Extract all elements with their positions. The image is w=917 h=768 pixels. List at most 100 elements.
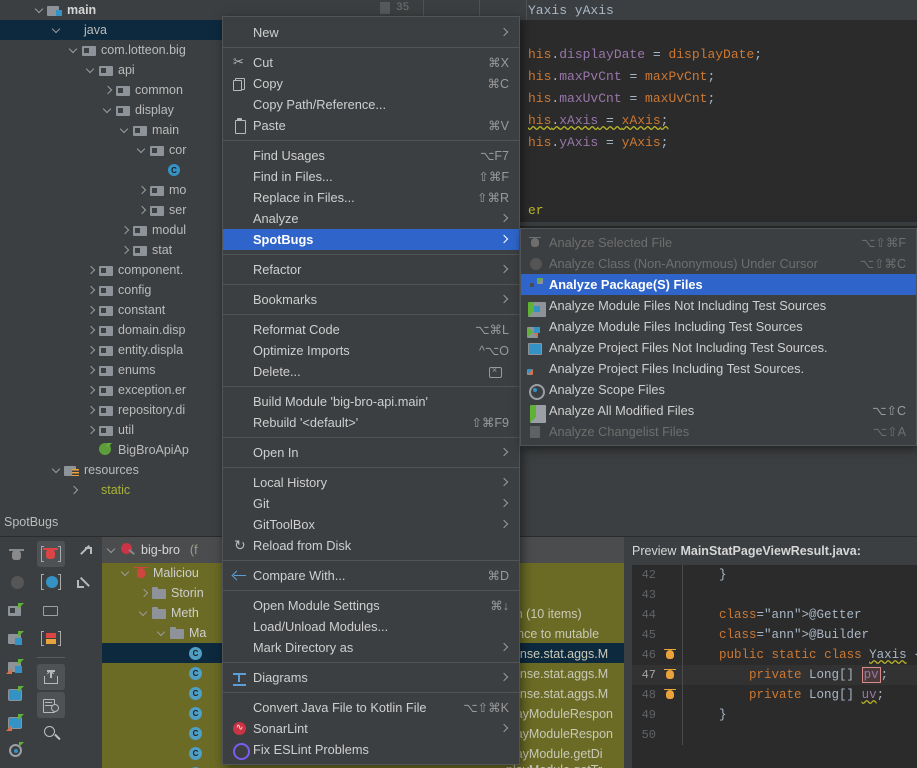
chevron-right-icon[interactable] bbox=[85, 264, 98, 277]
menu-item-rebuild-default[interactable]: Rebuild '<default>' ⇧⌘F9 bbox=[223, 412, 519, 433]
collapse-all-icon[interactable] bbox=[71, 569, 99, 595]
menu-item-new[interactable]: New bbox=[223, 22, 519, 43]
file-context-menu[interactable]: New Cut ⌘X Copy ⌘C Copy Path/Reference... Past… bbox=[222, 16, 520, 765]
preview-code-row[interactable]: 47 private Long[] pv; bbox=[632, 665, 917, 685]
preview-code-row[interactable]: 43 bbox=[632, 585, 917, 605]
submenu-item-analyze-project-files-including-test-sources[interactable]: Analyze Project Files Including Test Sou… bbox=[521, 358, 916, 379]
submenu-item-analyze-module-files-not-including-test-sources[interactable]: Analyze Module Files Not Including Test … bbox=[521, 295, 916, 317]
bug-gutter-icon[interactable] bbox=[660, 645, 682, 665]
menu-item-copy[interactable]: Copy ⌘C bbox=[223, 73, 519, 94]
submenu-item-analyze-scope-files[interactable]: Analyze Scope Files bbox=[521, 379, 916, 400]
submenu-item-analyze-package-s-files[interactable]: Analyze Package(S) Files bbox=[521, 274, 916, 295]
menu-item-optimize-imports[interactable]: Optimize Imports ^⌥O bbox=[223, 340, 519, 361]
analyze-module-tests-icon[interactable] bbox=[3, 653, 31, 679]
chevron-down-icon[interactable] bbox=[102, 104, 115, 117]
preview-code-row[interactable]: 46 public static class Yaxis { bbox=[632, 645, 917, 665]
analyze-package-icon[interactable] bbox=[3, 597, 31, 623]
analyze-module-icon[interactable] bbox=[3, 625, 31, 651]
group-by-class-icon[interactable] bbox=[37, 569, 65, 595]
preview-code-row[interactable]: 50 bbox=[632, 725, 917, 745]
menu-item-cut[interactable]: Cut ⌘X bbox=[223, 52, 519, 73]
chevron-right-icon[interactable] bbox=[119, 244, 132, 257]
menu-item-diagrams[interactable]: Diagrams bbox=[223, 667, 519, 688]
menu-item-git[interactable]: Git bbox=[223, 493, 519, 514]
submenu-item-analyze-module-files-including-test-sources[interactable]: Analyze Module Files Including Test Sour… bbox=[521, 316, 916, 338]
menu-item-find-usages[interactable]: Find Usages ⌥F7 bbox=[223, 145, 519, 166]
export-icon[interactable] bbox=[37, 664, 65, 690]
preview-code-row[interactable]: 48 private Long[] uv; bbox=[632, 685, 917, 705]
chevron-right-icon[interactable] bbox=[136, 204, 149, 217]
chevron-right-icon[interactable] bbox=[68, 484, 81, 497]
preview-code-row[interactable]: 44 class="ann">@Getter bbox=[632, 605, 917, 625]
chevron-down-icon[interactable] bbox=[34, 4, 47, 17]
group-by-bug-category-icon[interactable] bbox=[37, 541, 65, 567]
preview-code-row[interactable]: 45 class="ann">@Builder bbox=[632, 625, 917, 645]
spotbugs-toolbar-column-group[interactable] bbox=[34, 541, 68, 748]
menu-item-spotbugs[interactable]: SpotBugs bbox=[223, 229, 519, 250]
chevron-right-icon[interactable] bbox=[85, 404, 98, 417]
spotbugs-submenu[interactable]: Analyze Selected File ⌥⇧⌘F Analyze Class (… bbox=[520, 228, 917, 446]
menu-item-build-module-big-bro-api-main[interactable]: Build Module 'big-bro-api.main' bbox=[223, 391, 519, 412]
preview-code-row[interactable]: 49 } bbox=[632, 705, 917, 725]
chevron-down-icon[interactable] bbox=[85, 64, 98, 77]
menu-item-reformat-code[interactable]: Reformat Code ⌥⌘L bbox=[223, 319, 519, 340]
chevron-right-icon[interactable] bbox=[119, 224, 132, 237]
menu-item-gittoolbox[interactable]: GitToolBox bbox=[223, 514, 519, 535]
chevron-right-icon[interactable] bbox=[85, 304, 98, 317]
menu-item-open-module-settings[interactable]: Open Module Settings ⌘↓ bbox=[223, 595, 519, 616]
analyze-project-tests-icon[interactable] bbox=[3, 709, 31, 735]
spotbugs-toolbar[interactable] bbox=[0, 537, 102, 768]
filter-settings-icon[interactable] bbox=[37, 692, 65, 718]
spotbugs-toolbar-column-analyze[interactable] bbox=[0, 541, 34, 768]
menu-item-open-in[interactable]: Open In bbox=[223, 442, 519, 463]
chevron-down-icon[interactable] bbox=[156, 627, 169, 640]
chevron-right-icon[interactable] bbox=[85, 344, 98, 357]
submenu-item-analyze-project-files-not-including-test-sources[interactable]: Analyze Project Files Not Including Test… bbox=[521, 337, 916, 358]
group-by-priority-icon[interactable] bbox=[37, 625, 65, 651]
menu-item-convert-java-file-to-kotlin-file[interactable]: Convert Java File to Kotlin File ⌥⇧⌘K bbox=[223, 697, 519, 718]
submenu-item-analyze-all-modified-files[interactable]: Analyze All Modified Files ⌥⇧C bbox=[521, 400, 916, 423]
chevron-right-icon[interactable] bbox=[136, 184, 149, 197]
spotbugs-preview-code[interactable]: 42 } 43 44 class="ann">@Getter 45 class="an… bbox=[632, 565, 917, 768]
chevron-down-icon[interactable] bbox=[106, 544, 119, 557]
bug-gutter-icon[interactable] bbox=[660, 685, 682, 705]
menu-item-delete[interactable]: Delete... bbox=[223, 361, 519, 382]
bug-gutter-icon[interactable] bbox=[660, 665, 682, 685]
group-by-package-icon[interactable] bbox=[37, 597, 65, 623]
chevron-right-icon[interactable] bbox=[85, 284, 98, 297]
analyze-scope-icon[interactable] bbox=[3, 737, 31, 763]
menu-item-local-history[interactable]: Local History bbox=[223, 472, 519, 493]
chevron-right-icon[interactable] bbox=[85, 364, 98, 377]
menu-item-bookmarks[interactable]: Bookmarks bbox=[223, 289, 519, 310]
chevron-right-icon[interactable] bbox=[102, 84, 115, 97]
menu-item-load-unload-modules[interactable]: Load/Unload Modules... bbox=[223, 616, 519, 637]
menu-item-find-in-files[interactable]: Find in Files... ⇧⌘F bbox=[223, 166, 519, 187]
chevron-down-icon[interactable] bbox=[119, 124, 132, 137]
chevron-down-icon[interactable] bbox=[51, 24, 64, 37]
menu-item-sonarlint[interactable]: SonarLint bbox=[223, 718, 519, 739]
chevron-right-icon[interactable] bbox=[138, 587, 151, 600]
menu-item-copy-path-reference[interactable]: Copy Path/Reference... bbox=[223, 94, 519, 115]
chevron-down-icon[interactable] bbox=[138, 607, 151, 620]
search-icon[interactable] bbox=[37, 720, 65, 746]
menu-item-refactor[interactable]: Refactor bbox=[223, 259, 519, 280]
analyze-class-icon[interactable] bbox=[3, 569, 31, 595]
menu-item-paste[interactable]: Paste ⌘V bbox=[223, 115, 519, 136]
chevron-down-icon[interactable] bbox=[51, 464, 64, 477]
preview-code-row[interactable]: 42 } bbox=[632, 565, 917, 585]
menu-item-reload-from-disk[interactable]: Reload from Disk bbox=[223, 535, 519, 556]
chevron-right-icon[interactable] bbox=[85, 424, 98, 437]
analyze-selected-file-icon[interactable] bbox=[3, 541, 31, 567]
expand-all-icon[interactable] bbox=[71, 541, 99, 567]
menu-item-compare-with[interactable]: Compare With... ⌘D bbox=[223, 565, 519, 586]
chevron-down-icon[interactable] bbox=[120, 567, 133, 580]
menu-item-fix-eslint-problems[interactable]: Fix ESLint Problems bbox=[223, 739, 519, 760]
chevron-down-icon[interactable] bbox=[68, 44, 81, 57]
menu-item-analyze[interactable]: Analyze bbox=[223, 208, 519, 229]
chevron-right-icon[interactable] bbox=[85, 324, 98, 337]
chevron-right-icon[interactable] bbox=[85, 384, 98, 397]
spotbugs-toolbar-column-expand[interactable] bbox=[68, 541, 102, 597]
chevron-down-icon[interactable] bbox=[136, 144, 149, 157]
analyze-project-icon[interactable] bbox=[3, 681, 31, 707]
menu-item-replace-in-files[interactable]: Replace in Files... ⇧⌘R bbox=[223, 187, 519, 208]
